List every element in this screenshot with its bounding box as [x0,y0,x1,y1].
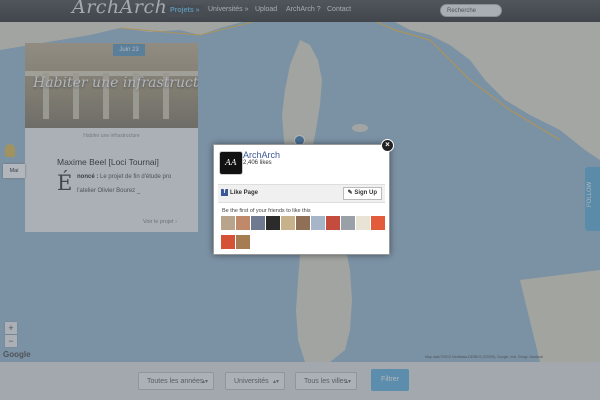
friend-avatar[interactable] [236,216,250,230]
friend-avatar[interactable] [236,235,250,249]
facebook-like-box: AA ArchArch 2,406 likes f Like Page ✎ Sig… [213,144,390,255]
friend-avatar[interactable] [251,216,265,230]
like-page-button[interactable]: f Like Page [221,189,258,196]
friend-avatar[interactable] [311,216,325,230]
close-icon[interactable]: × [381,139,394,152]
friend-avatar[interactable] [371,216,385,230]
sign-up-label: Sign Up [354,190,377,196]
friend-avatar[interactable] [266,216,280,230]
friend-avatar[interactable] [296,216,310,230]
sign-up-button[interactable]: ✎ Sign Up [342,187,382,200]
friends-like-text: Be the first of your friends to like thi… [222,208,311,214]
like-page-label: Like Page [230,190,259,197]
facebook-icon: f [221,189,228,196]
friend-avatar[interactable] [281,216,295,230]
friend-avatar[interactable] [326,216,340,230]
friend-avatar[interactable] [341,216,355,230]
page-avatar[interactable]: AA [219,151,243,175]
page-name-link[interactable]: ArchArch [243,150,280,160]
friend-avatar[interactable] [356,216,370,230]
facebook-action-bar: f Like Page ✎ Sign Up [218,184,385,203]
friends-avatars [221,216,389,249]
likes-count: 2,406 likes [243,160,272,166]
friend-avatar[interactable] [221,216,235,230]
friend-avatar[interactable] [221,235,235,249]
